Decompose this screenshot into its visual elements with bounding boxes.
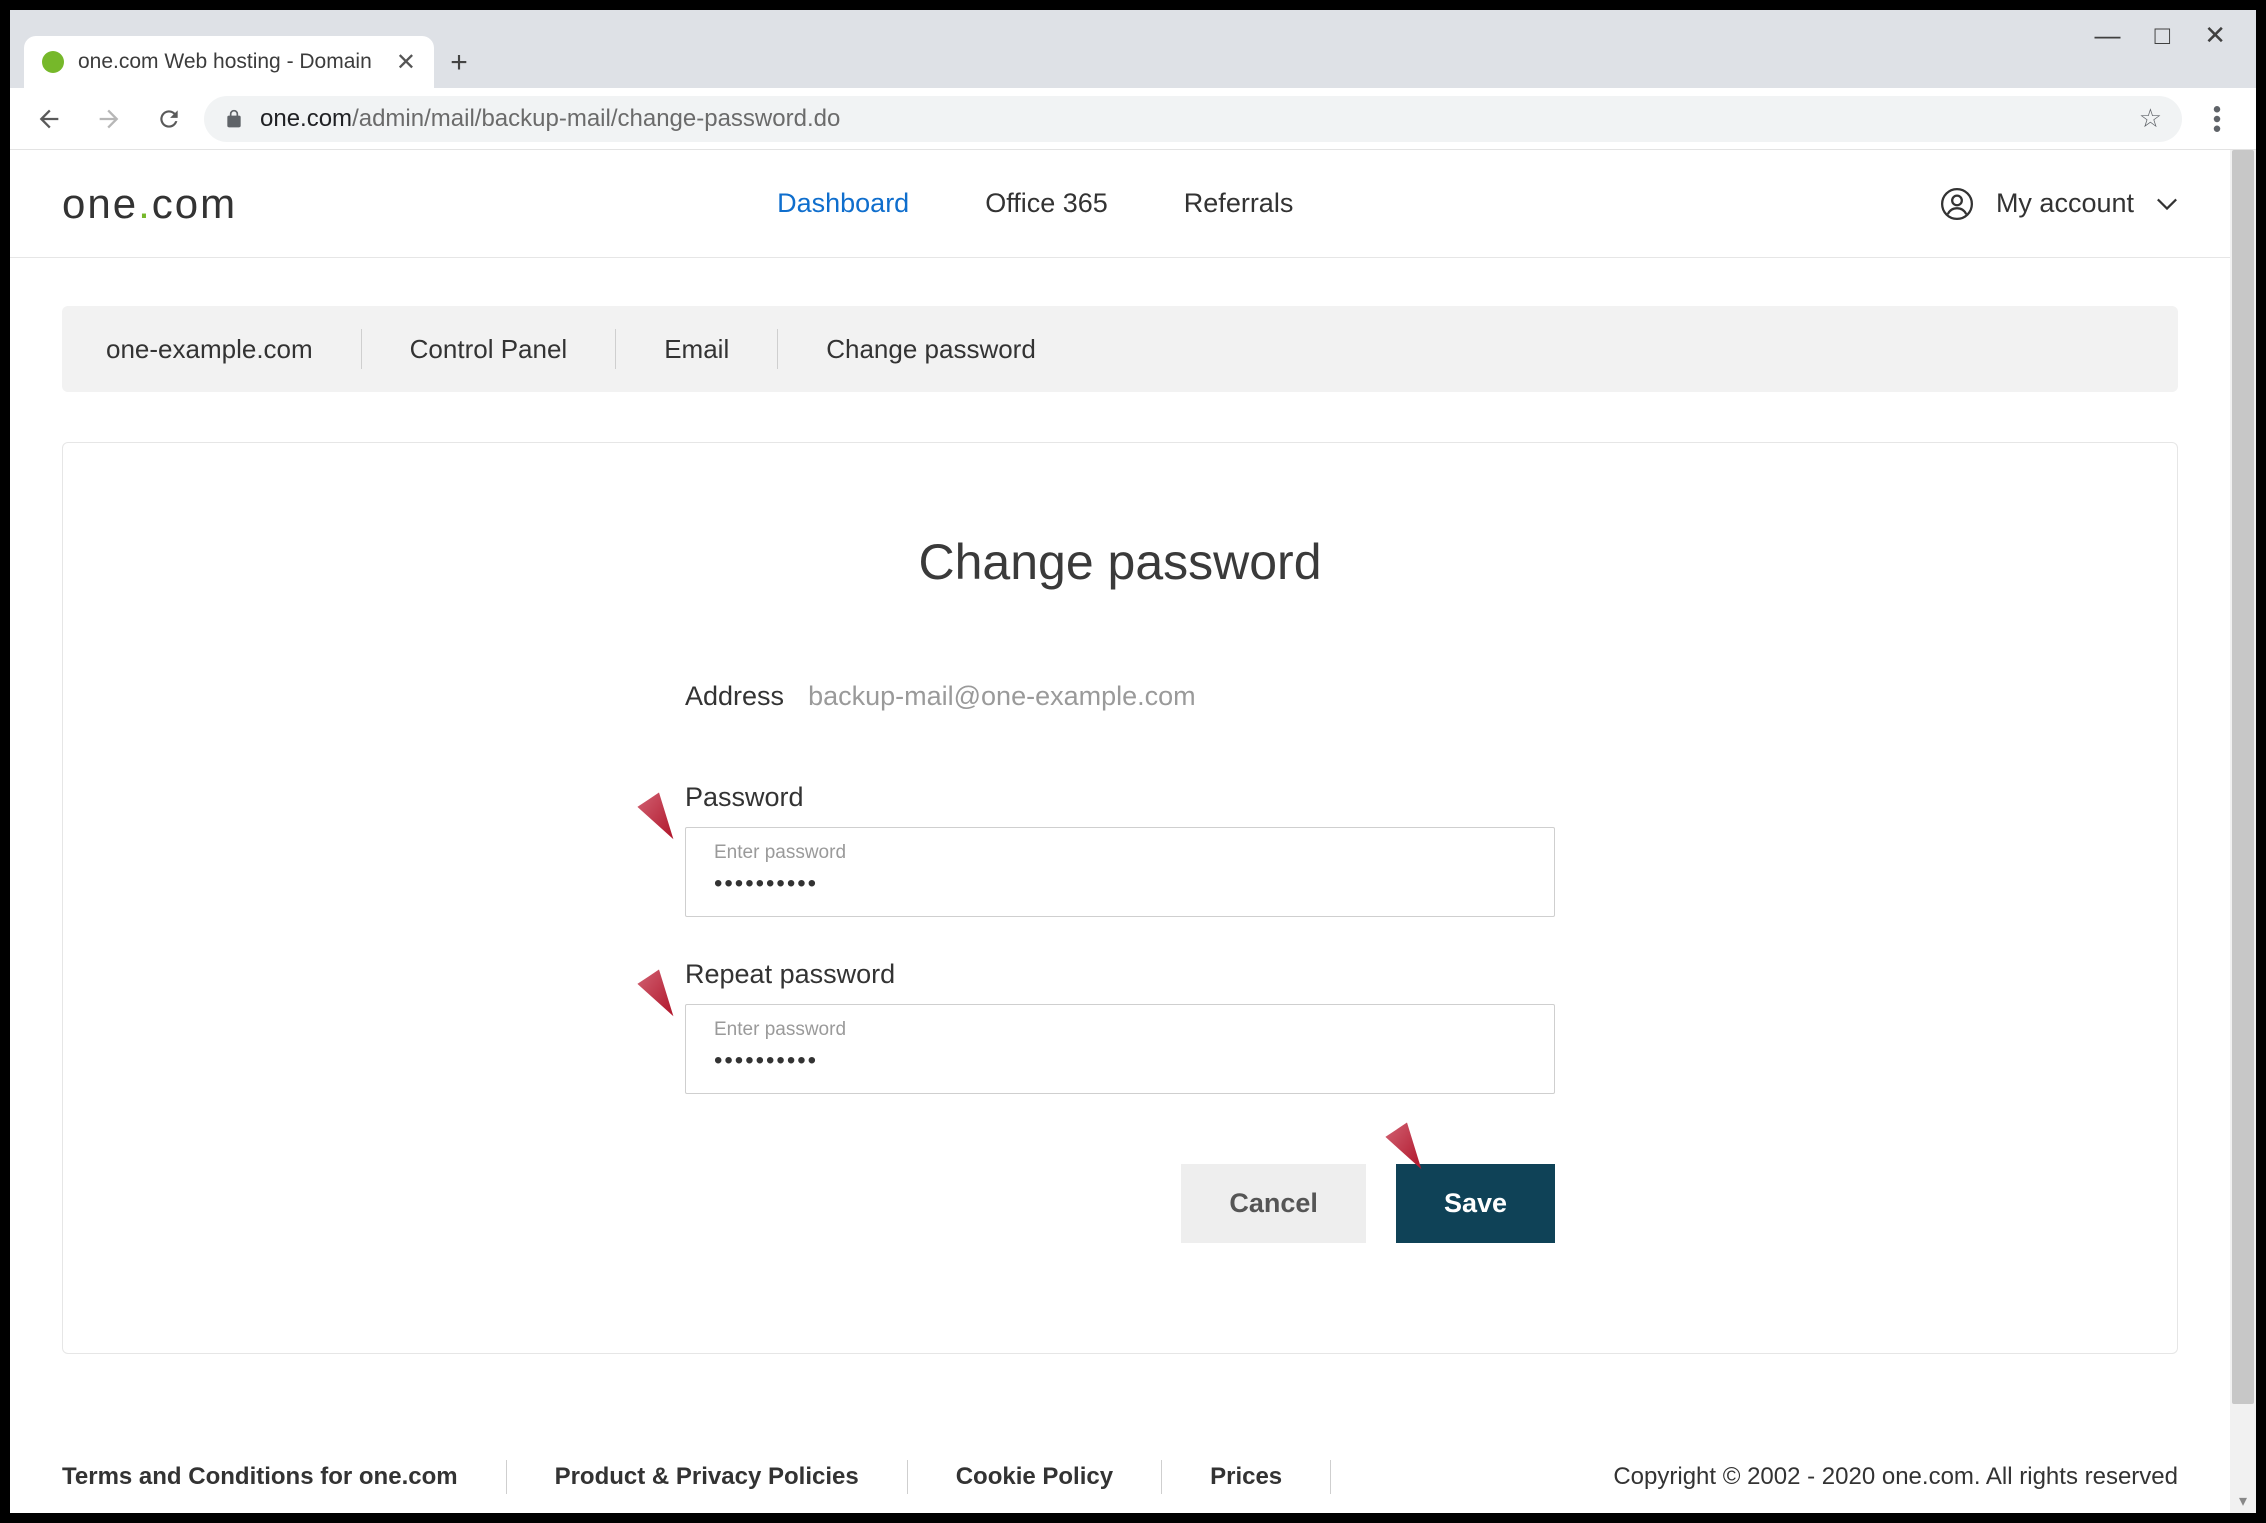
breadcrumb-control-panel[interactable]: Control Panel — [410, 334, 568, 365]
browser-toolbar: one.com/admin/mail/backup-mail/change-pa… — [10, 88, 2256, 150]
window-maximize-icon[interactable]: □ — [2154, 22, 2170, 48]
footer-privacy[interactable]: Product & Privacy Policies — [555, 1463, 859, 1491]
page-scrollbar[interactable]: ▴ ▾ — [2230, 150, 2256, 1513]
address-label: Address — [685, 681, 784, 712]
account-label: My account — [1996, 188, 2134, 219]
window-minimize-icon[interactable]: — — [2094, 22, 2120, 48]
new-tab-button[interactable]: + — [434, 38, 484, 88]
scroll-thumb[interactable] — [2232, 150, 2254, 1404]
breadcrumb: one-example.com Control Panel Email Chan… — [62, 306, 2178, 392]
window-close-icon[interactable]: ✕ — [2204, 22, 2226, 48]
nav-referrals[interactable]: Referrals — [1184, 188, 1294, 219]
back-button[interactable] — [24, 94, 74, 144]
repeat-floating-label: Enter password — [714, 1019, 1526, 1041]
tab-title: one.com Web hosting - Domain — [78, 50, 382, 74]
repeat-password-field-wrapper[interactable]: Enter password — [685, 1004, 1555, 1094]
main-nav: Dashboard Office 365 Referrals — [777, 188, 1293, 219]
breadcrumb-email[interactable]: Email — [664, 334, 729, 365]
reload-icon — [156, 106, 182, 132]
browser-menu-button[interactable] — [2192, 94, 2242, 144]
cancel-button[interactable]: Cancel — [1181, 1164, 1366, 1243]
chevron-down-icon — [2156, 197, 2178, 211]
footer-cookie[interactable]: Cookie Policy — [956, 1463, 1113, 1491]
footer-prices[interactable]: Prices — [1210, 1463, 1282, 1491]
arrow-left-icon — [35, 105, 63, 133]
user-icon — [1940, 187, 1974, 221]
password-label: Password — [685, 782, 1555, 813]
arrow-right-icon — [95, 105, 123, 133]
scroll-down-icon[interactable]: ▾ — [2230, 1491, 2256, 1511]
reload-button[interactable] — [144, 94, 194, 144]
nav-office365[interactable]: Office 365 — [985, 188, 1108, 219]
password-floating-label: Enter password — [714, 842, 1526, 864]
password-input[interactable] — [714, 870, 1526, 898]
url-text: one.com/admin/mail/backup-mail/change-pa… — [260, 105, 840, 133]
address-value: backup-mail@one-example.com — [808, 681, 1196, 712]
footer-terms[interactable]: Terms and Conditions for one.com — [62, 1463, 458, 1491]
repeat-password-label: Repeat password — [685, 959, 1555, 990]
tab-close-icon[interactable]: ✕ — [396, 48, 416, 77]
nav-dashboard[interactable]: Dashboard — [777, 188, 909, 219]
password-field-wrapper[interactable]: Enter password — [685, 827, 1555, 917]
bookmark-star-icon[interactable]: ☆ — [2139, 103, 2162, 134]
page-title: Change password — [63, 533, 2177, 591]
save-button[interactable]: Save — [1396, 1164, 1555, 1243]
site-header: one.com Dashboard Office 365 Referrals M… — [10, 150, 2230, 258]
site-footer: Terms and Conditions for one.com Product… — [10, 1441, 2230, 1513]
annotation-arrow-icon — [587, 728, 677, 848]
lock-icon — [224, 109, 244, 129]
browser-tabstrip: — □ ✕ one.com Web hosting - Domain ✕ + — [10, 10, 2256, 88]
change-password-card: Change password Address backup-mail@one-… — [62, 442, 2178, 1354]
address-bar[interactable]: one.com/admin/mail/backup-mail/change-pa… — [204, 96, 2182, 142]
repeat-password-input[interactable] — [714, 1047, 1526, 1075]
kebab-icon — [2213, 106, 2221, 132]
browser-tab[interactable]: one.com Web hosting - Domain ✕ — [24, 36, 434, 88]
account-menu[interactable]: My account — [1940, 187, 2178, 221]
breadcrumb-domain[interactable]: one-example.com — [106, 334, 313, 365]
breadcrumb-current: Change password — [826, 334, 1036, 365]
address-row: Address backup-mail@one-example.com — [685, 681, 1555, 712]
favicon-icon — [42, 51, 64, 73]
annotation-arrow-icon — [587, 905, 677, 1025]
footer-copyright: Copyright © 2002 - 2020 one.com. All rig… — [1613, 1463, 2178, 1491]
logo[interactable]: one.com — [62, 180, 237, 228]
forward-button[interactable] — [84, 94, 134, 144]
